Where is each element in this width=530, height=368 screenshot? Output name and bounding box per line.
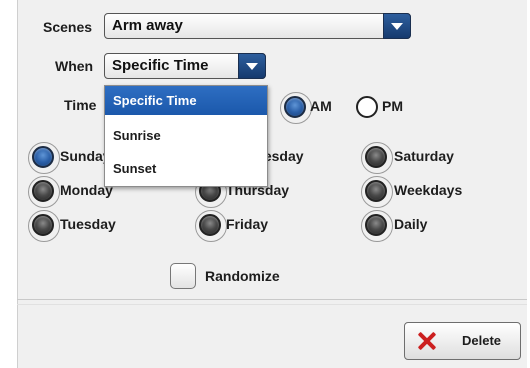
scenes-value: Arm away bbox=[112, 17, 183, 34]
sunday-label: Sunday bbox=[60, 148, 111, 164]
close-icon bbox=[417, 331, 437, 351]
am-label: AM bbox=[310, 98, 332, 114]
tuesday-radio[interactable] bbox=[28, 210, 60, 242]
when-option-sunset[interactable]: Sunset bbox=[105, 154, 267, 183]
delete-button-label: Delete bbox=[462, 333, 502, 348]
tuesday-label: Tuesday bbox=[60, 216, 116, 232]
saturday-radio[interactable] bbox=[361, 142, 393, 174]
delete-button[interactable]: Delete bbox=[404, 322, 521, 360]
friday-label: Friday bbox=[226, 216, 269, 232]
when-select[interactable]: Specific Time bbox=[104, 53, 266, 79]
weekdays-radio[interactable] bbox=[361, 176, 393, 208]
randomize-checkbox[interactable] bbox=[170, 263, 196, 289]
weekdays-label: Weekdays bbox=[394, 182, 463, 198]
scenes-label: Scenes bbox=[43, 19, 93, 35]
divider bbox=[17, 304, 527, 305]
when-value: Specific Time bbox=[112, 57, 209, 74]
scenes-select[interactable]: Arm away bbox=[104, 13, 411, 39]
when-option-specific-time[interactable]: Specific Time bbox=[105, 86, 267, 115]
daily-label: Daily bbox=[394, 216, 428, 232]
divider bbox=[17, 299, 527, 300]
saturday-label: Saturday bbox=[394, 148, 454, 164]
when-dropdown-list: Specific Time Sunrise Sunset bbox=[104, 85, 268, 187]
time-label: Time bbox=[64, 97, 97, 113]
chevron-down-icon[interactable] bbox=[383, 13, 411, 39]
chevron-down-icon[interactable] bbox=[238, 53, 266, 79]
when-option-sunrise[interactable]: Sunrise bbox=[105, 121, 267, 150]
daily-radio[interactable] bbox=[361, 210, 393, 242]
randomize-label: Randomize bbox=[205, 268, 280, 284]
sunday-radio[interactable] bbox=[28, 142, 60, 174]
pm-label: PM bbox=[382, 98, 403, 114]
am-radio[interactable] bbox=[280, 92, 312, 124]
pm-radio[interactable] bbox=[352, 92, 384, 124]
friday-radio[interactable] bbox=[195, 210, 227, 242]
monday-radio[interactable] bbox=[28, 176, 60, 208]
when-label: When bbox=[55, 58, 94, 74]
